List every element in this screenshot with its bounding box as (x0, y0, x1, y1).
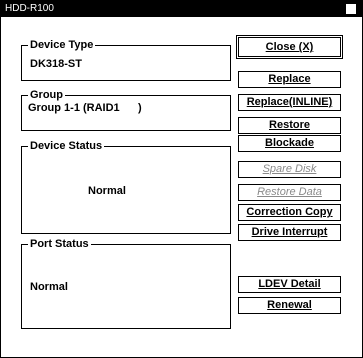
device-type-label: Device Type (28, 39, 96, 52)
hdd-r100-dialog: HDD-R100 Device Type DK318-ST Group Grou… (0, 0, 363, 358)
replace-inline-button[interactable]: Replace(INLINE) (238, 94, 341, 111)
window-title: HDD-R100 (5, 3, 54, 14)
group-value: Group 1-1 (RAID1 ) (28, 102, 142, 114)
replace-button[interactable]: Replace (238, 71, 341, 88)
spare-disk-button[interactable]: Spare Disk (238, 161, 341, 178)
port-status-value: Normal (30, 281, 68, 293)
restore-data-button[interactable]: Restore Data (238, 184, 341, 201)
renewal-button[interactable]: Renewal (238, 297, 341, 314)
device-status-group: Device Status Normal (21, 140, 231, 234)
port-status-group: Port Status Normal (21, 238, 231, 329)
device-type-value: DK318-ST (30, 58, 82, 70)
close-button[interactable]: Close (X) (236, 35, 343, 59)
device-status-value: Normal (88, 185, 126, 197)
group-label: Group (28, 89, 65, 102)
title-bar: HDD-R100 (1, 1, 362, 17)
group-group: Group Group 1-1 (RAID1 ) (21, 89, 231, 131)
device-status-label: Device Status (28, 140, 105, 153)
window-close-box-icon[interactable] (346, 4, 356, 14)
device-type-group: Device Type DK318-ST (21, 39, 231, 81)
port-status-label: Port Status (28, 238, 91, 251)
drive-interrupt-button[interactable]: Drive Interrupt (238, 224, 341, 241)
blockade-button[interactable]: Blockade (238, 135, 341, 152)
ldev-detail-button[interactable]: LDEV Detail (238, 276, 341, 293)
correction-copy-button[interactable]: Correction Copy (238, 204, 341, 221)
restore-button[interactable]: Restore (238, 117, 341, 134)
